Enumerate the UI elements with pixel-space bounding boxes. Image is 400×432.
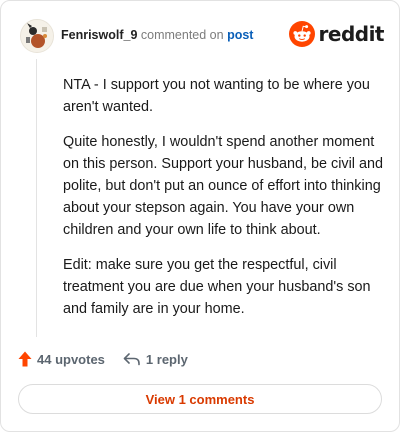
avatar-image-icon <box>21 20 53 52</box>
comment-actions: 44 upvotes 1 reply <box>18 349 188 369</box>
upvote-count: 44 upvotes <box>37 351 105 367</box>
reply-button[interactable]: 1 reply <box>123 352 188 367</box>
comment-body: NTA - I support you not wanting to be wh… <box>63 74 383 333</box>
commented-on-text: commented on <box>140 28 224 42</box>
reddit-wordmark: reddit <box>318 22 385 46</box>
username[interactable]: Fenriswolf_9 <box>61 28 137 42</box>
reply-arrow-icon <box>123 353 140 366</box>
comment-paragraph: NTA - I support you not wanting to be wh… <box>63 77 370 115</box>
thread-line <box>36 59 37 337</box>
comment-meta: Fenriswolf_9 commented on post <box>61 28 253 42</box>
comment-header: Fenriswolf_9 commented on post reddit <box>18 18 385 53</box>
view-comments-button[interactable]: View 1 comments <box>18 384 382 414</box>
comment-paragraph: Edit: make sure you get the respectful, … <box>63 257 371 317</box>
upvote-arrow-icon <box>18 351 32 367</box>
upvote-button[interactable]: 44 upvotes <box>18 351 105 367</box>
reddit-logo[interactable]: reddit <box>288 19 385 49</box>
avatar[interactable] <box>20 19 54 53</box>
comment-paragraph: Quite honestly, I wouldn't spend another… <box>63 134 383 238</box>
post-link[interactable]: post <box>227 28 253 42</box>
reddit-snoo-icon <box>288 21 315 47</box>
reply-count: 1 reply <box>145 351 188 367</box>
comment-card: Fenriswolf_9 commented on post reddit NT… <box>0 0 400 432</box>
